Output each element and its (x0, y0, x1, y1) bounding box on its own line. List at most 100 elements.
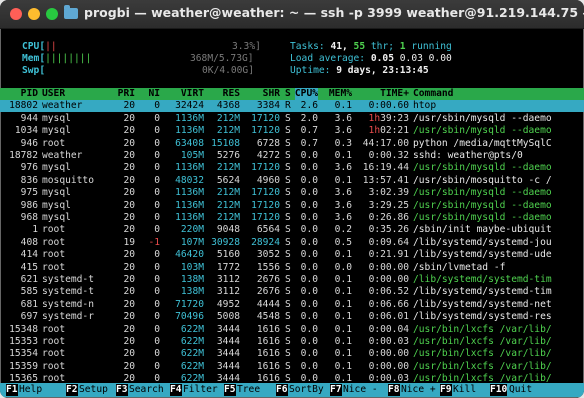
column-header-ni[interactable]: NI (148, 88, 160, 100)
column-header-user[interactable]: USER (42, 88, 65, 100)
table-row[interactable]: 15359 root 20 0 622M 3444 1616 S 0.0 0.1 0:00.00/u… (0, 361, 584, 373)
uptime: Uptime: 9 days, 23:13:45 (290, 65, 429, 77)
fkey-f4[interactable]: F4 (170, 384, 182, 397)
column-header-mem[interactable]: MEM% (329, 88, 352, 100)
table-row-selected[interactable]: 18802 weather 20 0 32424 4368 3384 R 2.6 0.1 0:00.… (0, 100, 584, 113)
table-row[interactable]: 1034 mysql 20 0 1136M 212M 17120 S 0.7 3.6 1h02:21… (0, 125, 584, 137)
table-row[interactable]: 976 mysql 20 0 1136M 212M 17120 S 0.0 3.6 16:19.44… (0, 162, 584, 174)
cell-res: 3444 (216, 348, 240, 360)
minimize-window-button[interactable] (28, 8, 40, 20)
fkey-f2[interactable]: F2 (66, 384, 78, 397)
cell-res: 15108 (211, 137, 240, 149)
table-row[interactable]: 944 mysql 20 0 1136M 212M 17120 S 2.0 3.6 1h39:23 /… (0, 113, 584, 125)
table-header[interactable]: PID USER PRI NI VIRT RES SHR S CPU% MEM% TIME+ Comm… (0, 88, 584, 101)
fkey-label-filter[interactable]: Filter (183, 384, 218, 396)
table-row[interactable]: 15354 root 20 0 622M 3444 1616 S 0.0 0.1 0:00.00/u… (0, 348, 584, 360)
cell-cpu: 0.0 (300, 360, 318, 372)
cpu-meter: CPU[|| (22, 41, 57, 53)
cell-pri: 20 (123, 298, 135, 310)
table-row[interactable]: 621 systemd-t 20 0 138M 3112 2676 S 0.0 0.1 0:00.0… (0, 274, 584, 286)
load-average: Load average: 0.05 0.03 0.00 (290, 53, 452, 65)
close-window-button[interactable] (10, 8, 22, 20)
table-row[interactable]: 986 mysql 20 0 1136M 212M 17120 S 0.0 3.6 3:29.25 /… (0, 200, 584, 212)
table-row[interactable]: 1 root 20 0 220M 9048 6564 S 0.0 0.2 0:35.26/sbin/… (0, 224, 584, 236)
cell-shr: 17120 (251, 199, 280, 211)
table-row[interactable]: 15348 root 20 0 622M 3444 1616 S 0.0 0.1 0:00.04/u… (0, 324, 584, 336)
fkey-label-tree[interactable]: Tree (237, 384, 260, 396)
cell-time: 0:00.00 (368, 360, 409, 372)
fkey-f5[interactable]: F5 (224, 384, 236, 397)
cell-virt: 32424 (175, 100, 204, 112)
cell-ni: 0 (154, 137, 160, 149)
cell-s: S (285, 162, 291, 174)
fkey-label-sortby[interactable]: SortBy (289, 384, 324, 396)
cell-pid: 1 (32, 224, 38, 236)
cell-cmd: /usr/sbin/mysqld --daemo (413, 125, 552, 137)
title-bar[interactable]: progbi — weather@weather: ~ — ssh -p 399… (0, 0, 584, 29)
column-header-pri[interactable]: PRI (118, 88, 135, 100)
fkey-f3[interactable]: F3 (116, 384, 128, 397)
fkey-f8[interactable]: F8 (388, 384, 400, 397)
column-header-s[interactable]: S (285, 88, 291, 100)
mem-meter-label: Mem[ (22, 53, 46, 64)
table-row[interactable]: 414 root 20 0 46420 5160 3052 S 0.0 0.1 0:21.91/li… (0, 249, 584, 261)
fkey-f9[interactable]: F9 (440, 384, 452, 397)
tasks-summary: Tasks: 41, 55 thr; 1 running (290, 41, 452, 53)
fkey-label-help[interactable]: Help (19, 384, 42, 396)
cell-shr: 4548 (256, 311, 280, 323)
column-header-virt[interactable]: VIRT (181, 88, 204, 100)
cell-cpu: 0.0 (300, 174, 318, 186)
table-row[interactable]: 415 root 20 0 103M 1772 1556 S 0.0 0.0 0:00.00/sbi… (0, 262, 584, 274)
column-header-time[interactable]: TIME+ (380, 88, 409, 100)
fkey-f6[interactable]: F6 (276, 384, 288, 397)
zoom-window-button[interactable] (46, 8, 58, 20)
cell-cpu: 2.6 (300, 100, 318, 112)
table-row[interactable]: 975 mysql 20 0 1136M 212M 17120 S 0.0 3.6 3:02.39 /… (0, 187, 584, 199)
cell-virt: 1136M (175, 162, 204, 174)
table-row[interactable]: 946 root 20 0 63408 15108 6728 S 0.7 0.3 44:17.00 p… (0, 138, 584, 150)
column-header-shr[interactable]: SHR (263, 88, 280, 100)
cell-user: root (42, 137, 66, 149)
cell-shr: 6728 (256, 137, 280, 149)
cell-shr: 4444 (256, 298, 280, 310)
table-row[interactable]: 681 systemd-n 20 0 71720 4952 4444 S 0.0 0.1 0:06.… (0, 299, 584, 311)
table-row[interactable]: 968 mysql 20 0 1136M 212M 17120 S 0.0 3.6 0:26.86 /… (0, 212, 584, 224)
cell-mem: 0.3 (334, 137, 352, 149)
cell-time: 0:00.60 (368, 100, 409, 112)
cell-pri: 20 (123, 125, 135, 137)
table-row[interactable]: 15353 root 20 0 622M 3444 1616 S 0.0 0.1 0:00.03/u… (0, 336, 584, 348)
table-row[interactable]: 585 systemd-t 20 0 138M 3112 2676 S 0.0 0.1 0:06.5… (0, 286, 584, 298)
column-header-cmd[interactable]: Command (413, 88, 453, 100)
fkey-f10[interactable]: F10 (490, 384, 508, 397)
cell-pid: 18802 (9, 100, 38, 112)
cell-shr: 1616 (256, 348, 280, 360)
terminal-content[interactable]: CPU[|| 3.3%] Mem[|||||||| 368M/5.73G] Sw… (0, 29, 584, 398)
table-row[interactable]: 18782 weather 20 0 105M 5276 4272 S 0.0 0.1 0:00.3… (0, 150, 584, 162)
fkey-label-nice[interactable]: Nice - (343, 384, 378, 396)
cell-cmd: /usr/sbin/mysqld --daemo (413, 187, 552, 199)
fkey-label-search[interactable]: Search (129, 384, 164, 396)
column-header-res[interactable]: RES (223, 88, 240, 100)
cell-cpu: 0.0 (300, 311, 318, 323)
table-row[interactable]: 408 root 19 -1 107M 30928 28924 S 0.0 0.5 0:09.64 /… (0, 237, 584, 249)
fkey-label-quit[interactable]: Quit (509, 384, 532, 396)
cell-s: S (285, 323, 291, 335)
column-header-pid[interactable]: PID (21, 88, 38, 100)
cell-user: mosquitto (42, 174, 94, 186)
cell-cpu: 0.0 (300, 162, 318, 174)
fkey-f1[interactable]: F1 (6, 384, 18, 397)
table-row[interactable]: 836 mosquitto 20 0 48032 5624 4960 S 0.0 0.1 13:57… (0, 175, 584, 187)
fkey-label-nice[interactable]: Nice + (401, 384, 436, 396)
cell-ni: 0 (154, 348, 160, 360)
fkey-label-kill[interactable]: Kill (453, 384, 476, 396)
cell-cmd: /lib/systemd/systemd-res (413, 311, 552, 323)
cell-time: 0:06.66 (368, 298, 409, 310)
fkey-f7[interactable]: F7 (330, 384, 342, 397)
cell-user: mysql (42, 199, 71, 211)
fkey-label-setup[interactable]: Setup (79, 384, 108, 396)
column-header-cpu[interactable]: CPU% (294, 88, 318, 101)
cell-s: S (285, 360, 291, 372)
table-row[interactable]: 697 systemd-r 20 0 70496 5008 4548 S 0.0 0.1 0:06.… (0, 311, 584, 323)
cell-shr: 17120 (251, 187, 280, 199)
cell-res: 4952 (216, 298, 240, 310)
